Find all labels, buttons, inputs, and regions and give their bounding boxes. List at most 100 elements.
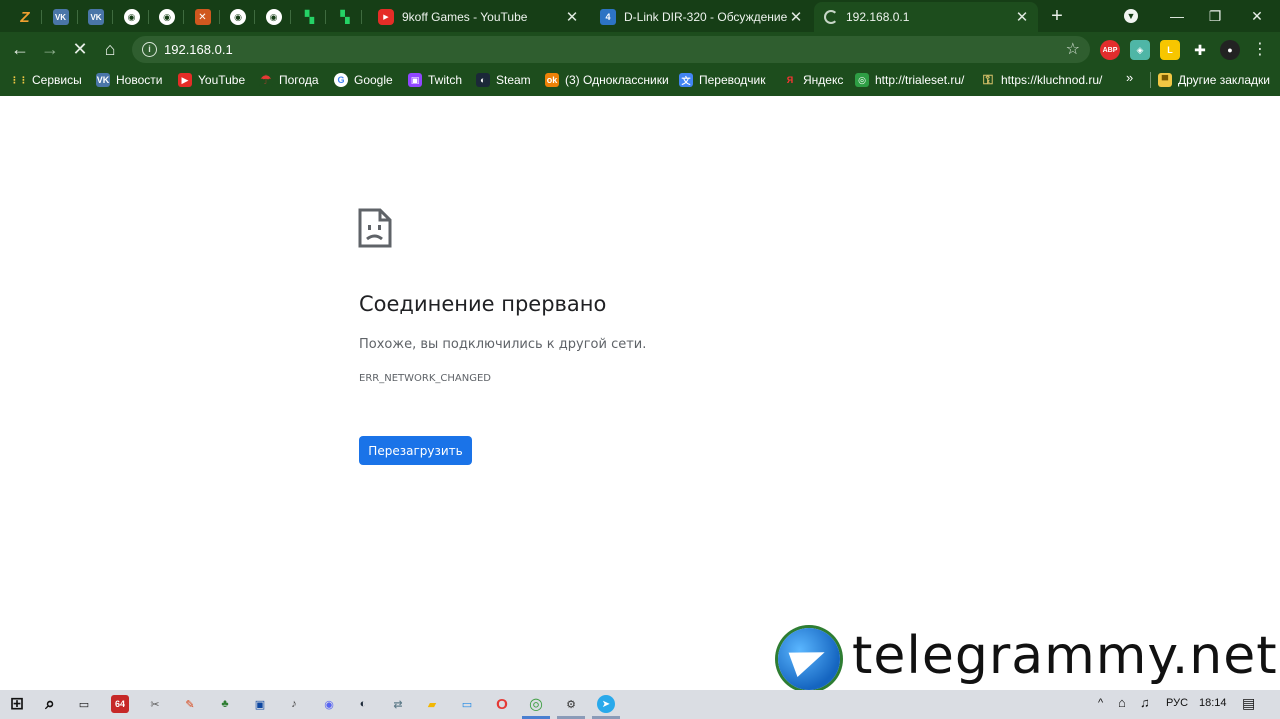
stop-button[interactable]: ✕: [66, 35, 94, 63]
map-extension-icon[interactable]: ◈: [1130, 40, 1150, 60]
bookmark-item[interactable]: VK Новости: [96, 70, 162, 90]
bookmark-item[interactable]: ⚿ https://kluchnod.ru/: [981, 70, 1102, 90]
forward-button[interactable]: →: [36, 35, 64, 63]
error-code: ERR_NETWORK_CHANGED: [359, 373, 491, 384]
terminal-icon[interactable]: ▣: [251, 695, 269, 713]
discord-icon[interactable]: ◉: [320, 695, 338, 713]
bookmark-label: YouTube: [198, 73, 246, 87]
pinned-tab[interactable]: ▚: [292, 4, 326, 30]
search-icon[interactable]: ⌕: [41, 694, 59, 713]
other-bookmarks-label: Другие закладки: [1178, 73, 1270, 87]
bookmark-item[interactable]: ▶ YouTube: [178, 70, 245, 90]
url-text[interactable]: 192.168.0.1: [164, 42, 233, 57]
bookmark-item[interactable]: ⋮⋮ Сервисы: [10, 70, 82, 90]
task-view-icon[interactable]: ▭: [75, 695, 93, 713]
chrome-icon[interactable]: ◎: [527, 695, 545, 713]
tab-separator: [76, 10, 78, 24]
monitor-icon[interactable]: ▭: [458, 695, 476, 713]
restore-button[interactable]: ❐: [1192, 2, 1238, 30]
bookmark-label: Steam: [496, 73, 531, 87]
pinned-tab[interactable]: VK: [44, 4, 78, 30]
settings-gear-icon[interactable]: ⚙: [562, 695, 580, 713]
tray-chevron-icon[interactable]: ^: [1098, 697, 1103, 709]
pinned-tab[interactable]: Z: [8, 4, 42, 30]
bookmarks-overflow-button[interactable]: »: [1126, 70, 1133, 85]
globe-icon: ◉: [265, 9, 282, 25]
paint-icon[interactable]: ✎: [181, 695, 199, 713]
telegram-globe-logo-icon: [778, 628, 840, 690]
tab-youtube[interactable]: ▶ 9koff Games - YouTube ✕: [368, 2, 588, 32]
bookmark-item[interactable]: ◐ Steam: [476, 70, 531, 90]
tab-separator: [183, 10, 184, 24]
tab-search-icon[interactable]: ▼: [1108, 2, 1154, 30]
network-icon[interactable]: ⌂: [1118, 695, 1126, 710]
bookmark-star-icon[interactable]: ☆: [1066, 39, 1080, 59]
app-icon[interactable]: ♣: [216, 695, 234, 713]
youtube-icon: ▶: [178, 73, 192, 87]
volume-icon[interactable]: ♫: [1140, 695, 1150, 710]
vk-icon: VK: [88, 9, 104, 25]
steam-icon: ◐: [476, 73, 490, 87]
bookmarks-bar: ⋮⋮ Сервисы VK Новости ▶ YouTube ☂ Погода G Google…: [0, 66, 1280, 94]
key-icon: ⚿: [981, 72, 995, 87]
tab-dlink[interactable]: 4 D-Link DIR-320 - Обсуждение - ✕: [590, 2, 812, 32]
tab-router-active[interactable]: 192.168.0.1 ✕: [814, 2, 1038, 32]
back-button[interactable]: ←: [6, 35, 34, 63]
bookmark-item[interactable]: ok (3) Одноклассники: [545, 70, 669, 90]
grid-icon: ▚: [304, 10, 314, 24]
snipping-tool-icon[interactable]: ✂: [146, 695, 164, 713]
opera-icon[interactable]: O: [493, 695, 511, 713]
bookmark-label: Новости: [116, 73, 163, 87]
dota-icon: ✕: [194, 9, 211, 25]
puzzle-icon[interactable]: ✚: [1190, 40, 1210, 60]
new-tab-button[interactable]: +: [1034, 2, 1080, 30]
clock[interactable]: 18:14: [1199, 697, 1227, 709]
pinned-tab[interactable]: ✕: [186, 4, 220, 30]
sad-page-icon: [358, 208, 392, 248]
watermark-text: telegrammy.net: [852, 626, 1278, 686]
pinned-tab[interactable]: VK: [79, 4, 113, 30]
close-window-button[interactable]: ✕: [1234, 2, 1280, 30]
file-explorer-icon[interactable]: ▰: [423, 695, 441, 713]
aida64-icon[interactable]: 64: [111, 695, 129, 713]
close-icon[interactable]: ✕: [1014, 8, 1030, 26]
close-icon[interactable]: ✕: [564, 8, 580, 26]
other-bookmarks[interactable]: ▀ Другие закладки: [1158, 70, 1270, 90]
close-icon[interactable]: ✕: [788, 8, 804, 26]
error-description: Похоже, вы подключились к другой сети.: [359, 337, 647, 352]
bookmark-item[interactable]: Я Яндекс: [783, 70, 843, 90]
pinned-tab[interactable]: ▚: [328, 4, 362, 30]
steam-icon[interactable]: ◐: [354, 695, 372, 713]
site-info-icon[interactable]: i: [142, 42, 157, 57]
pinned-tab[interactable]: ◉: [115, 4, 149, 30]
bookmark-item[interactable]: 文 Переводчик: [679, 70, 766, 90]
menu-kebab-icon[interactable]: ⋮: [1246, 35, 1274, 63]
start-windows-icon[interactable]: ⊞: [8, 694, 26, 713]
pinned-tab[interactable]: ◉: [257, 4, 291, 30]
pinned-tab[interactable]: ◉: [150, 4, 184, 30]
adblock-icon[interactable]: ABP: [1100, 40, 1120, 60]
pinned-tab[interactable]: ◉: [221, 4, 255, 30]
bookmark-label: (3) Одноклассники: [565, 73, 669, 87]
tampermonkey-icon[interactable]: L: [1160, 40, 1180, 60]
bookmark-item[interactable]: ▣ Twitch: [408, 70, 462, 90]
address-bar[interactable]: i 192.168.0.1 ☆: [132, 36, 1090, 63]
language-indicator[interactable]: РУС: [1166, 697, 1188, 709]
profile-avatar-icon[interactable]: ●: [1220, 40, 1240, 60]
volume-mixer-icon[interactable]: ♪: [285, 695, 303, 713]
yandex-icon: Я: [783, 73, 797, 87]
reload-button[interactable]: Перезагрузить: [359, 436, 472, 465]
youtube-icon: ▶: [378, 9, 394, 25]
vk-icon: VK: [52, 9, 69, 25]
bookmark-item[interactable]: G Google: [334, 70, 393, 90]
home-button[interactable]: ⌂: [96, 35, 124, 63]
tab-separator: [325, 10, 326, 24]
bookmark-item[interactable]: ☂ Погода: [259, 70, 319, 90]
error-title: Соединение прервано: [359, 292, 607, 316]
bookmark-item[interactable]: ◎ http://trialeset.ru/: [855, 70, 964, 90]
bookmark-label: https://kluchnod.ru/: [1001, 73, 1103, 87]
notifications-icon[interactable]: ▤: [1242, 695, 1255, 712]
twitch-icon: ▣: [408, 73, 422, 87]
network-tool-icon[interactable]: ⇄: [389, 695, 407, 713]
telegram-icon[interactable]: ➤: [597, 695, 615, 713]
